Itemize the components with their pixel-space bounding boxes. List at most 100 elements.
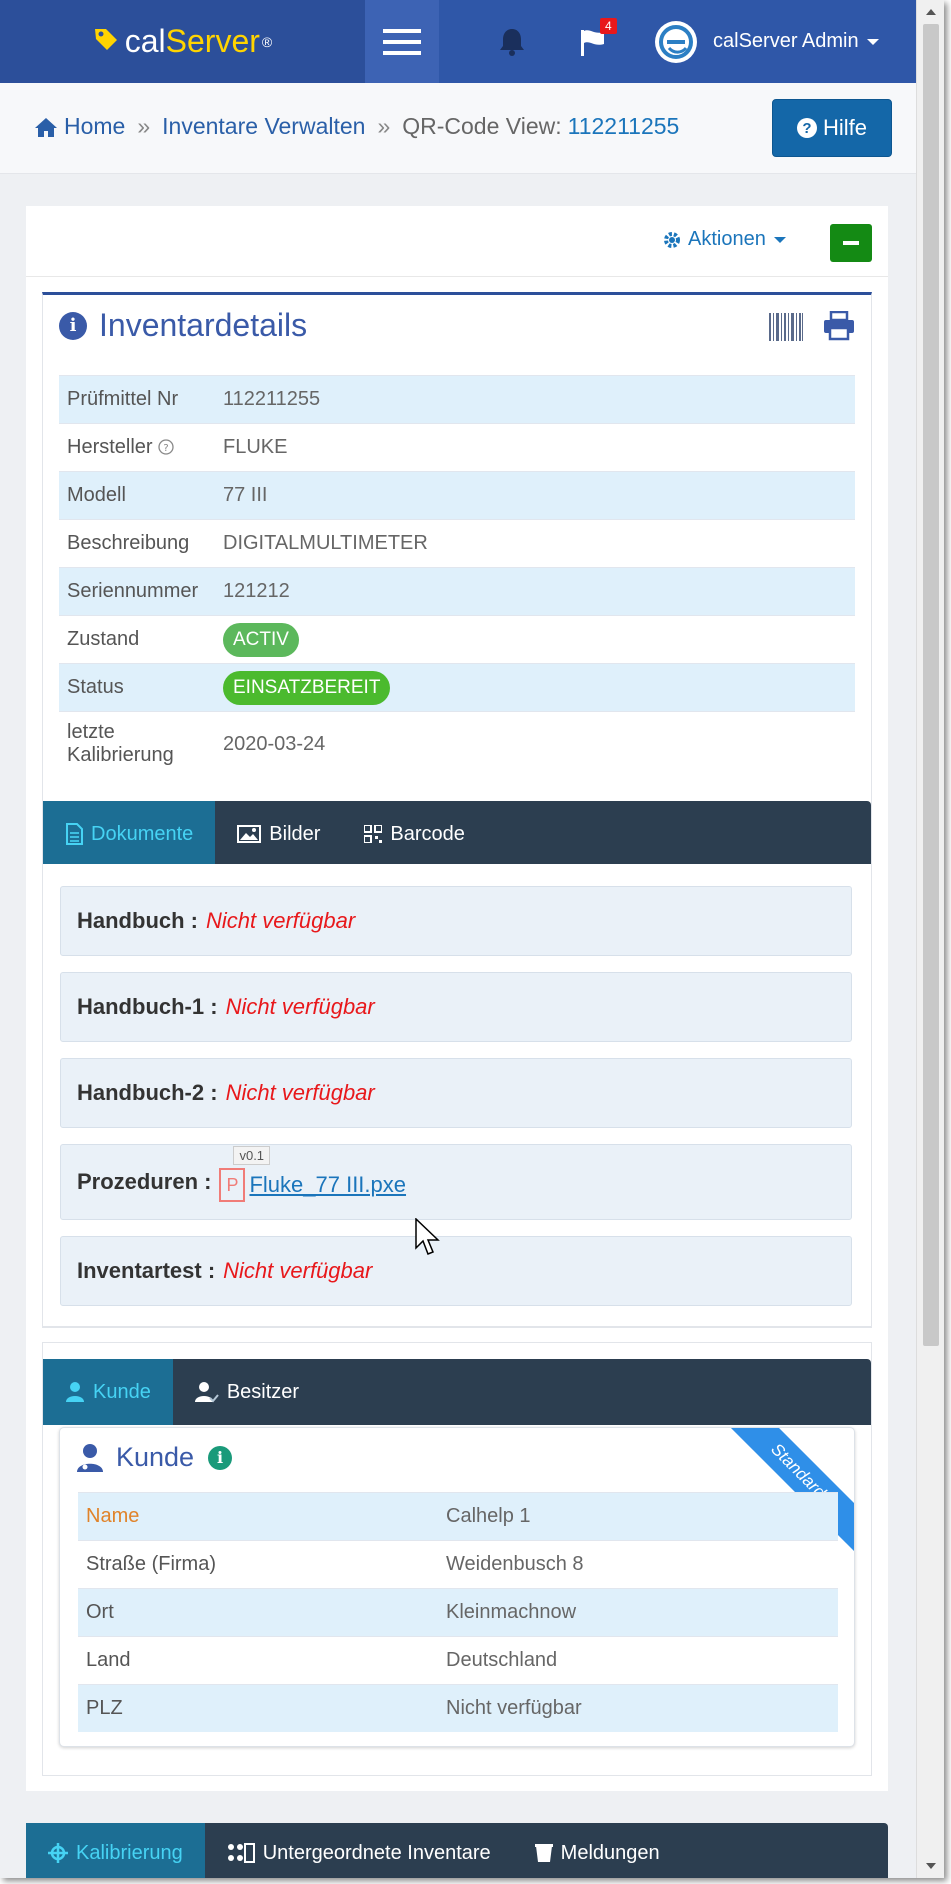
minus-icon — [843, 241, 859, 245]
tab-kunde[interactable]: Kunde — [43, 1359, 173, 1425]
brand-registered: ® — [261, 33, 273, 50]
scroll-down-button[interactable] — [917, 1854, 944, 1878]
detail-key: Beschreibung — [59, 519, 215, 568]
user-menu[interactable]: calServer Admin — [655, 0, 879, 83]
document-label: Handbuch-2 : — [77, 1080, 218, 1105]
customer-tabs: Kunde Besitzer — [43, 1359, 871, 1425]
document-label: Handbuch-1 : — [77, 994, 218, 1019]
tab-label: Bilder — [269, 822, 321, 845]
tab-dokumente[interactable]: Dokumente — [43, 801, 216, 867]
svg-text:?: ? — [163, 443, 168, 454]
table-row: Status EINSATZBEREIT — [59, 663, 855, 712]
table-row: Hersteller ? FLUKE — [59, 423, 855, 472]
printer-icon — [824, 310, 854, 341]
question-circle-icon: ? — [796, 118, 817, 138]
breadcrumb-current-label: QR-Code View: — [402, 113, 562, 139]
vertical-scrollbar[interactable] — [916, 0, 944, 1878]
qrcode-icon — [364, 825, 383, 843]
tab-label: Kalibrierung — [76, 1841, 183, 1864]
tab-label: Untergeordnete Inventare — [262, 1841, 491, 1864]
bottom-tabs: Kalibrierung Untergeordnete Inventare Me… — [26, 1823, 888, 1878]
print-button[interactable] — [823, 310, 855, 346]
breadcrumb-separator: » — [137, 113, 151, 139]
customer-key: Straße (Firma) — [78, 1540, 438, 1589]
procedure-file-link[interactable]: Fluke_77 III.pxe — [249, 1172, 406, 1198]
inventory-details-title: i Inventardetails — [59, 307, 307, 344]
table-row: letzte Kalibrierung 2020-03-24 — [59, 711, 855, 776]
scroll-up-button[interactable] — [917, 0, 944, 24]
tab-meldungen[interactable]: Meldungen — [513, 1823, 682, 1878]
detail-value: EINSATZBEREIT — [215, 663, 855, 712]
user-check-icon — [194, 1381, 219, 1403]
tab-label: Dokumente — [91, 822, 194, 845]
arrow-down-icon — [926, 1863, 936, 1869]
breadcrumb-home-link[interactable]: Home — [64, 113, 125, 140]
tab-barcode[interactable]: Barcode — [342, 801, 487, 867]
barcode-button[interactable] — [769, 313, 803, 346]
detail-key: Seriennummer — [59, 567, 215, 616]
inventory-details-table: Prüfmittel Nr 112211255 Hersteller ? FLUKE… — [59, 375, 855, 776]
user-name: calServer Admin — [713, 30, 859, 52]
info-icon[interactable]: i — [208, 1445, 233, 1470]
actions-dropdown[interactable]: Aktionen — [662, 228, 786, 251]
tab-besitzer[interactable]: Besitzer — [173, 1359, 321, 1425]
table-row: Land Deutschland — [78, 1636, 838, 1685]
bucket-icon — [534, 1843, 553, 1863]
calserver-logo-icon — [659, 24, 693, 59]
help-button[interactable]: ? Hilfe — [772, 99, 892, 157]
tab-bilder[interactable]: Bilder — [215, 801, 342, 867]
brand-text-cal: cal — [124, 23, 166, 59]
detail-value: 2020-03-24 — [215, 711, 855, 776]
detail-value: 77 III — [215, 471, 855, 520]
crosshair-icon — [48, 1843, 68, 1863]
messages-button[interactable]: 4 — [572, 0, 617, 83]
mouse-cursor-icon — [415, 1218, 440, 1255]
procedure-file-icon: P — [219, 1168, 246, 1202]
caret-down-icon — [866, 38, 879, 45]
help-label: Hilfe — [822, 115, 867, 140]
browser-window: cal Server ® 4 calServer Admin Home » Inve… — [0, 0, 944, 1878]
detail-key: Hersteller ? — [59, 423, 215, 472]
detail-key-text: Hersteller — [67, 436, 153, 458]
home-icon — [35, 117, 57, 137]
notifications-button[interactable] — [490, 0, 534, 83]
list-item: Inventartest : Nicht verfügbar — [60, 1236, 852, 1306]
scrollbar-thumb[interactable] — [923, 24, 939, 1346]
list-item: Prozeduren : v0.1 P Fluke_77 III.pxe — [60, 1144, 852, 1220]
document-unavailable: Nicht verfügbar — [225, 994, 375, 1019]
table-row: Straße (Firma) Weidenbusch 8 — [78, 1540, 838, 1589]
table-row: Beschreibung DIGITALMULTIMETER — [59, 519, 855, 568]
detail-value: 112211255 — [215, 375, 855, 424]
list-item: Handbuch-1 : Nicht verfügbar — [60, 972, 852, 1042]
table-row: Prüfmittel Nr 112211255 — [59, 375, 855, 424]
menu-toggle-button[interactable] — [365, 0, 439, 83]
arrow-up-icon — [926, 9, 936, 15]
detail-value: FLUKE — [215, 423, 855, 472]
document-unavailable: Nicht verfügbar — [225, 1080, 375, 1105]
user-doctor-icon — [77, 1443, 103, 1472]
document-label: Inventartest : — [77, 1258, 216, 1283]
grid-icon — [227, 1843, 255, 1863]
customer-key: PLZ — [78, 1684, 438, 1732]
info-icon: i — [59, 311, 87, 340]
customer-value: Weidenbusch 8 — [438, 1540, 838, 1589]
table-row: Modell 77 III — [59, 471, 855, 520]
gear-icon — [664, 231, 680, 248]
detail-key: Status — [59, 663, 215, 712]
detail-value: DIGITALMULTIMETER — [215, 519, 855, 568]
detail-value: 121212 — [215, 567, 855, 616]
hamburger-icon — [383, 28, 421, 55]
condition-badge: ACTIV — [223, 622, 299, 657]
details-title-text: Inventardetails — [99, 307, 308, 343]
breadcrumb: Home » Inventare Verwalten » QR-Code Vie… — [34, 113, 679, 140]
tab-label: Meldungen — [560, 1841, 660, 1864]
tab-untergeordnete-inventare[interactable]: Untergeordnete Inventare — [205, 1823, 513, 1878]
customer-table: Name Calhelp 1 Straße (Firma) Weidenbusch … — [78, 1492, 838, 1732]
brand-logo[interactable]: cal Server ® — [0, 0, 365, 83]
help-circle-icon[interactable]: ? — [158, 439, 174, 455]
document-icon — [65, 823, 83, 845]
breadcrumb-inventory-link[interactable]: Inventare Verwalten — [162, 113, 365, 140]
collapse-button[interactable] — [830, 224, 872, 262]
tab-kalibrierung[interactable]: Kalibrierung — [26, 1823, 205, 1878]
tab-label: Kunde — [93, 1380, 151, 1403]
